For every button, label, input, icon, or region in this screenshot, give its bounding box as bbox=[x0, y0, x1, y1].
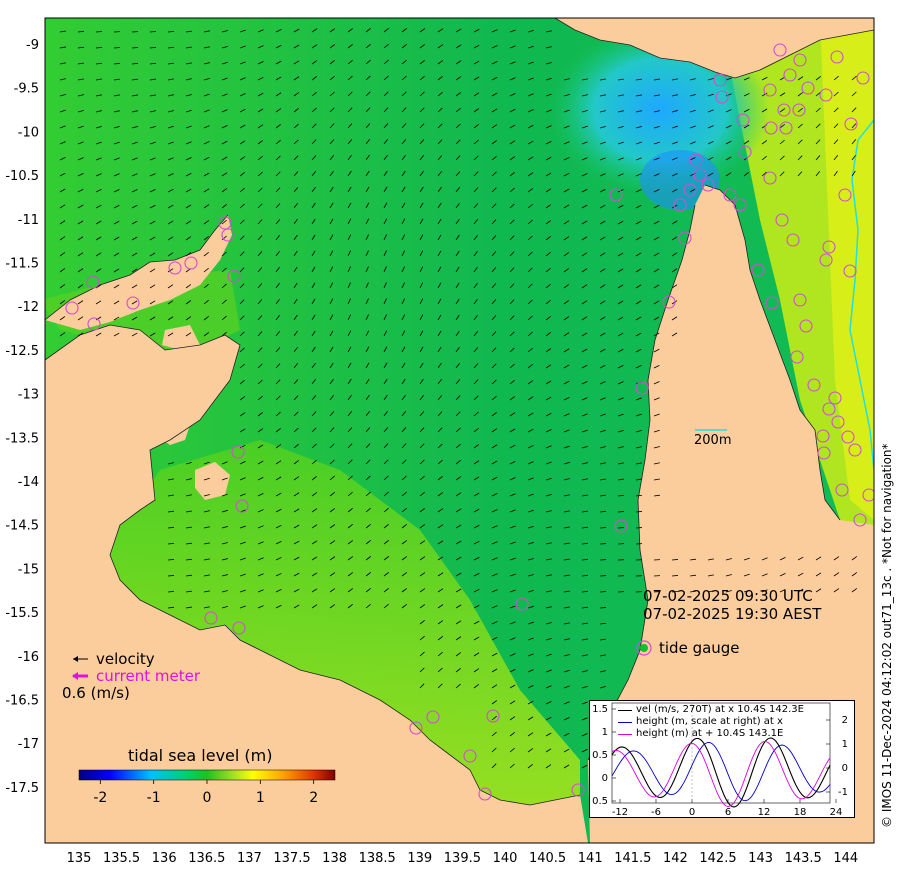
svg-text:6: 6 bbox=[725, 807, 731, 817]
colorbar-tick-label: 0 bbox=[202, 790, 212, 806]
y-tick-label: -14 bbox=[18, 475, 39, 490]
svg-text:24: 24 bbox=[830, 807, 843, 817]
svg-text:0: 0 bbox=[689, 807, 695, 817]
x-tick-label: 137.5 bbox=[273, 851, 310, 866]
y-tick-label: -14.5 bbox=[5, 519, 39, 534]
x-tick-label: 144 bbox=[833, 851, 858, 866]
x-tick-label: 142.5 bbox=[699, 851, 736, 866]
x-tick-label: 141.5 bbox=[614, 851, 651, 866]
x-axis-labels: 135 135.5 136 136.5 137 137.5 138 138.5 139 139.5… bbox=[67, 851, 859, 866]
y-tick-label: -15.5 bbox=[5, 606, 39, 621]
colorbar-tick-label: -2 bbox=[93, 790, 108, 806]
y-tick-label: -11 bbox=[18, 213, 39, 228]
x-tick-label: 136.5 bbox=[188, 851, 225, 866]
svg-text:12: 12 bbox=[758, 807, 771, 817]
svg-text:1.5: 1.5 bbox=[592, 704, 608, 715]
x-tick-label: 137 bbox=[237, 851, 262, 866]
svg-text:18: 18 bbox=[794, 807, 807, 817]
y-tick-label: -12 bbox=[18, 300, 39, 315]
current-meter-label: current meter bbox=[96, 667, 200, 685]
x-tick-label: 138.5 bbox=[359, 851, 396, 866]
x-tick-label: 142 bbox=[663, 851, 688, 866]
y-tick-label: -17.5 bbox=[5, 781, 39, 796]
y-tick-label: -9 bbox=[26, 38, 39, 53]
time-utc: 07-02-2025 09:30 UTC bbox=[643, 587, 813, 605]
svg-text:0.5: 0.5 bbox=[592, 750, 608, 761]
y-tick-label: -13 bbox=[18, 388, 39, 403]
x-tick-label: 139 bbox=[407, 851, 432, 866]
colorbar-tick-label: 1 bbox=[255, 790, 265, 806]
svg-text:1: 1 bbox=[602, 727, 608, 738]
time-aest: 07-02-2025 19:30 AEST bbox=[643, 605, 822, 623]
x-tick-label: 135.5 bbox=[103, 851, 140, 866]
y-tick-label: -13.5 bbox=[5, 431, 39, 446]
x-tick-label: 141 bbox=[578, 851, 603, 866]
x-tick-label: 140 bbox=[493, 851, 518, 866]
x-tick-label: 143.5 bbox=[785, 851, 822, 866]
y-tick-label: -15 bbox=[18, 562, 39, 577]
y-tick-label: -9.5 bbox=[14, 82, 39, 97]
svg-text:0.5: 0.5 bbox=[592, 796, 608, 807]
tide-gauge-icon bbox=[640, 644, 648, 652]
inset-timeseries-chart: 1.5 1 0.5 0 0.5 2 1 0 -1 -12 -6 0 6 12 18 24 vel (m/s, … bbox=[589, 700, 855, 818]
x-tick-label: 136 bbox=[152, 851, 177, 866]
colorbar-title: tidal sea level (m) bbox=[128, 746, 273, 765]
x-tick-label: 138 bbox=[322, 851, 347, 866]
x-tick-label: 135 bbox=[67, 851, 92, 866]
colorbar-tick-label: -1 bbox=[146, 790, 161, 806]
svg-text:1: 1 bbox=[842, 739, 848, 750]
scale-bar-label: 200m bbox=[694, 433, 731, 448]
colorbar-tick-label: 2 bbox=[309, 790, 319, 806]
speed-reference-label: 0.6 (m/s) bbox=[62, 684, 130, 702]
x-tick-label: 139.5 bbox=[444, 851, 481, 866]
y-tick-label: -10 bbox=[18, 125, 39, 140]
x-tick-label: 143 bbox=[748, 851, 773, 866]
tide-gauge-label: tide gauge bbox=[659, 639, 740, 657]
y-tick-label: -12.5 bbox=[5, 344, 39, 359]
svg-text:-6: -6 bbox=[651, 807, 661, 817]
y-tick-label: -16.5 bbox=[5, 694, 39, 709]
svg-text:0: 0 bbox=[842, 763, 848, 774]
y-axis-labels: -9 -9.5 -10 -10.5 -11 -11.5 -12 -12.5 -13 -13.5 -1… bbox=[5, 38, 39, 796]
svg-text:0: 0 bbox=[602, 773, 608, 784]
x-tick-label: 140.5 bbox=[529, 851, 566, 866]
svg-text:-1: -1 bbox=[838, 787, 848, 798]
velocity-label: velocity bbox=[96, 650, 155, 668]
y-tick-label: -16 bbox=[18, 650, 39, 665]
credit-text: © IMOS 11-Dec-2024 04:12:02 out71_13c . … bbox=[880, 443, 894, 828]
svg-text:2: 2 bbox=[842, 715, 848, 726]
y-tick-label: -10.5 bbox=[5, 169, 39, 184]
svg-text:-12: -12 bbox=[612, 807, 628, 817]
colorbar bbox=[78, 769, 336, 781]
y-tick-label: -11.5 bbox=[5, 257, 39, 272]
inset-legend: vel (m/s, 270T) at x 10.4S 142.3E height… bbox=[618, 704, 804, 740]
y-tick-label: -17 bbox=[18, 737, 39, 752]
